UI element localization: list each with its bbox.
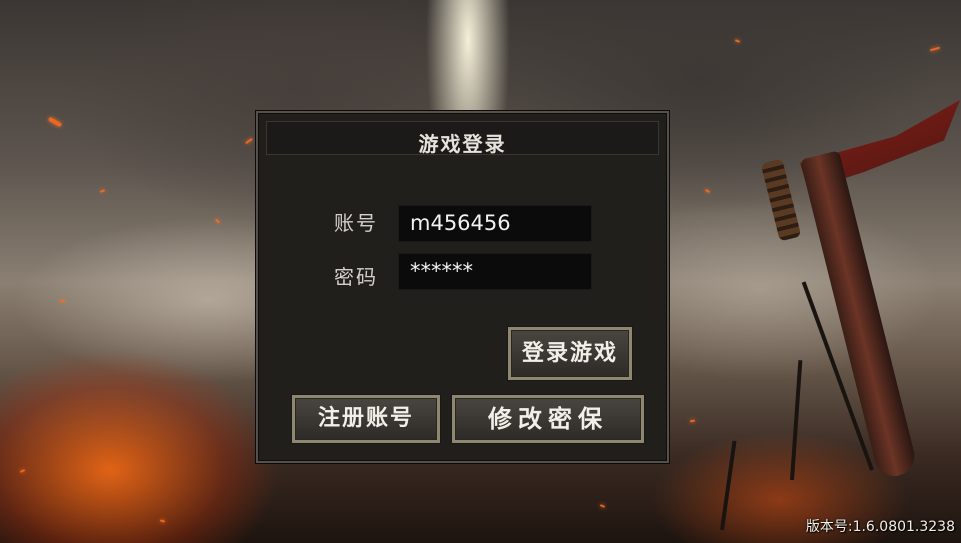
sword-hilt-decoration: [760, 158, 802, 242]
register-account-button[interactable]: 注册账号: [292, 395, 440, 443]
ember-decoration: [599, 504, 606, 508]
dialog-title: 游戏登录: [418, 132, 507, 156]
ember-decoration: [689, 419, 696, 423]
login-game-button[interactable]: 登录游戏: [508, 327, 632, 380]
spear-decoration: [790, 360, 803, 481]
change-security-button[interactable]: 修改密保: [452, 395, 644, 443]
login-dialog: 游戏登录 账号 m456456 密码 ****** 登录游戏 注册账号 修改密保: [256, 111, 669, 463]
ember-decoration: [245, 137, 253, 145]
ember-decoration: [59, 299, 66, 303]
password-input[interactable]: ******: [398, 253, 592, 290]
password-label: 密码: [334, 265, 378, 289]
ember-decoration: [19, 469, 26, 473]
account-label: 账号: [334, 211, 378, 235]
ember-decoration: [159, 519, 166, 523]
version-label: 版本号:1.6.0801.3238: [805, 519, 955, 535]
ember-decoration: [734, 39, 741, 43]
ember-decoration: [99, 189, 106, 193]
ember-decoration: [47, 116, 63, 128]
dialog-title-bar: 游戏登录: [266, 121, 659, 156]
account-input[interactable]: m456456: [398, 205, 592, 242]
ember-decoration: [214, 218, 221, 224]
spear-decoration: [720, 440, 737, 531]
ember-decoration: [704, 188, 711, 194]
ember-decoration: [929, 46, 941, 52]
